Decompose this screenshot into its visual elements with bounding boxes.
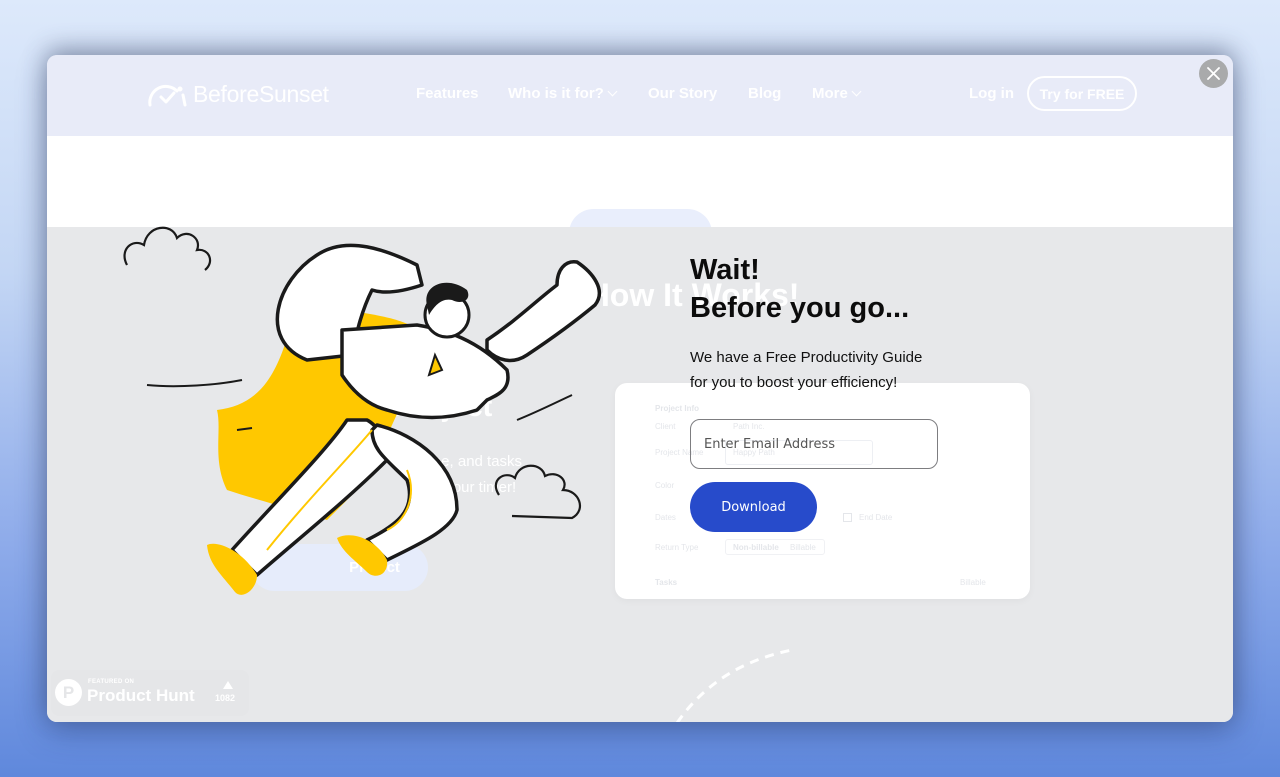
calendar-icon xyxy=(843,513,852,522)
popup-description-line2: for you to boost your efficiency! xyxy=(690,374,898,391)
nav-who-is-it-for[interactable]: Who is it for? xyxy=(508,85,618,102)
download-button[interactable]: Download xyxy=(690,482,817,532)
preview-color-label: Color xyxy=(655,481,675,490)
popup-title-line2: Before you go... xyxy=(690,292,910,324)
cloud-icon xyxy=(123,226,212,271)
project-preview-card: Project Info Client Path Inc. Project Na… xyxy=(615,383,1030,599)
product-hunt-featured-text: FEATURED ON xyxy=(88,679,135,685)
popup-window: BeforeSunset Features Who is it for? Our… xyxy=(47,55,1233,722)
dashed-arc-decoration xyxy=(675,648,793,722)
login-label: Log in xyxy=(969,85,1014,102)
preview-return-type-label: Return Type xyxy=(655,543,699,552)
preview-tasks-right-label: Billable xyxy=(960,578,986,587)
product-hunt-title: Product Hunt xyxy=(87,686,195,705)
cloud-icon xyxy=(494,464,582,520)
superhero-illustration xyxy=(123,226,602,595)
preview-end-date-label: End Date xyxy=(859,513,893,522)
logo-text: BeforeSunset xyxy=(193,81,329,107)
preview-toggle-option-1: Non-billable xyxy=(733,543,779,552)
email-input[interactable] xyxy=(690,419,938,469)
preview-tasks-label: Tasks xyxy=(655,578,678,587)
site-navbar: BeforeSunset Features Who is it for? Our… xyxy=(47,55,1233,136)
popup-title-line1: Wait! xyxy=(690,254,760,286)
chevron-down-icon xyxy=(607,86,618,97)
nav-our-story[interactable]: Our Story xyxy=(648,85,717,102)
nav-label: Our Story xyxy=(648,85,718,102)
preview-client-label: Client xyxy=(655,422,676,431)
product-hunt-badge[interactable]: P FEATURED ON Product Hunt 1082 xyxy=(51,670,249,716)
try-free-button[interactable]: Try for FREE xyxy=(1027,76,1137,111)
logo-icon xyxy=(148,84,187,106)
nav-label: More xyxy=(812,85,848,102)
chevron-down-icon xyxy=(851,86,862,97)
preview-toggle-option-2: Billable xyxy=(790,543,816,552)
preview-dates-label: Dates xyxy=(655,513,676,522)
nav-blog[interactable]: Blog xyxy=(748,85,781,102)
close-icon xyxy=(1207,67,1220,80)
nav-features[interactable]: Features xyxy=(416,85,479,102)
nav-label: Blog xyxy=(748,85,782,102)
nav-label: Who is it for? xyxy=(508,85,604,102)
nav-more[interactable]: More xyxy=(812,85,862,102)
product-hunt-logo-icon: P xyxy=(55,679,82,706)
upvote-triangle-icon xyxy=(223,681,233,689)
popup-title: Wait! Before you go... xyxy=(690,251,909,327)
close-popup-button[interactable] xyxy=(1199,59,1228,88)
popup-description: We have a Free Productivity Guide for yo… xyxy=(690,345,922,395)
logo[interactable]: BeforeSunset xyxy=(147,81,329,108)
login-link[interactable]: Log in xyxy=(969,85,1014,102)
product-hunt-upvote-count: 1082 xyxy=(215,693,236,703)
preview-heading: Project Info xyxy=(655,404,700,413)
popup-description-line1: We have a Free Productivity Guide xyxy=(690,349,923,366)
nav-label: Features xyxy=(416,85,479,102)
